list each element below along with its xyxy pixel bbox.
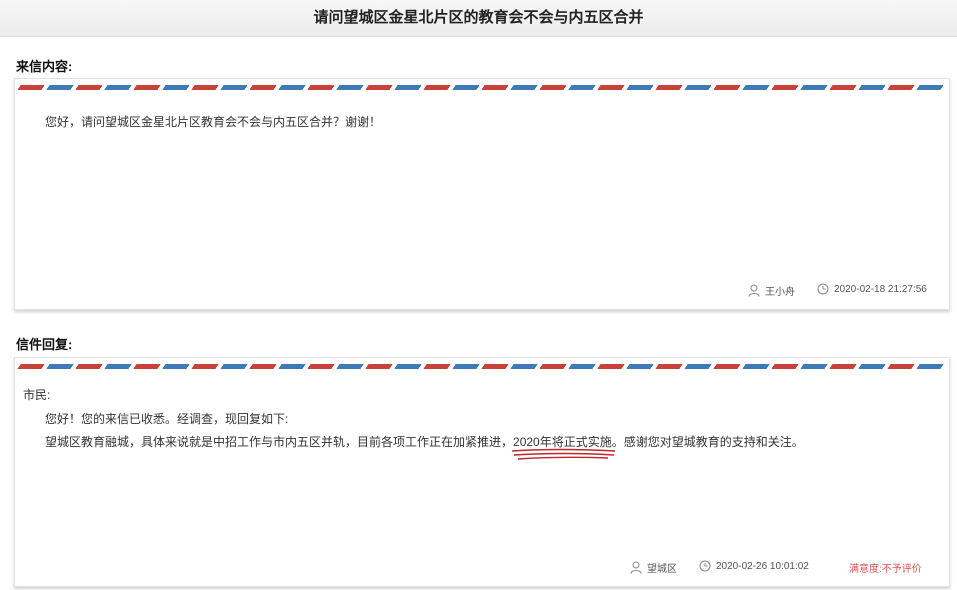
letter-author: 王小舟 (748, 283, 795, 298)
reply-line-2-start: 望城区教育融城，具体来说就是中招工作与市内五区并轨，目前各项工作正在加紧推进， (45, 435, 514, 449)
page-title: 请问望城区金星北片区的教育会不会与内五区合并 (0, 0, 957, 37)
letter-section-label: 来信内容: (16, 59, 73, 74)
letter-card: 您好，请问望城区金星北片区教育会不会与内五区合并？谢谢！ 王小舟 2020-02… (14, 78, 950, 310)
reply-highlight-text: 2020年将正式实施 (513, 435, 612, 449)
reply-card: 市民: 您好！您的来信已收悉。经调查，现回复如下: 望城区教育融城，具体来说就是… (14, 357, 950, 587)
reply-highlight: 2020年将正式实施 (511, 435, 616, 460)
letter-content: 您好，请问望城区金星北片区教育会不会与内五区合并？谢谢！ (45, 115, 382, 129)
red-underline-annotation (511, 448, 616, 460)
reply-datetime: 2020-02-26 10:01:02 (699, 560, 809, 572)
airmail-border (17, 85, 947, 90)
reply-author: 望城区 (630, 560, 677, 575)
reply-datetime-text: 2020-02-26 10:01:02 (716, 560, 809, 572)
clock-icon (699, 560, 711, 572)
user-icon (748, 284, 760, 297)
reply-section-label: 信件回复: (16, 337, 73, 352)
letter-datetime: 2020-02-18 21:27:56 (817, 283, 927, 295)
letter-author-name: 王小舟 (765, 287, 795, 298)
reply-salutation: 市民: (23, 388, 51, 402)
reply-author-name: 望城区 (647, 564, 677, 575)
rating-label: 满意度: (849, 564, 882, 575)
letter-datetime-text: 2020-02-18 21:27:56 (834, 283, 927, 295)
reply-rating: 满意度: 不予评价 (849, 560, 922, 575)
rating-value: 不予评价 (881, 564, 922, 575)
reply-line-2-end: 。感谢您对望城教育的支持和关注。 (611, 435, 804, 449)
reply-line-1: 您好！您的来信已收悉。经调查，现回复如下: (45, 412, 289, 426)
reply-line-2: 望城区教育融城，具体来说就是中招工作与市内五区并轨，目前各项工作正在加紧推进，2… (45, 433, 804, 460)
airmail-border (17, 364, 947, 369)
clock-icon (817, 283, 829, 295)
user-icon (630, 561, 642, 574)
